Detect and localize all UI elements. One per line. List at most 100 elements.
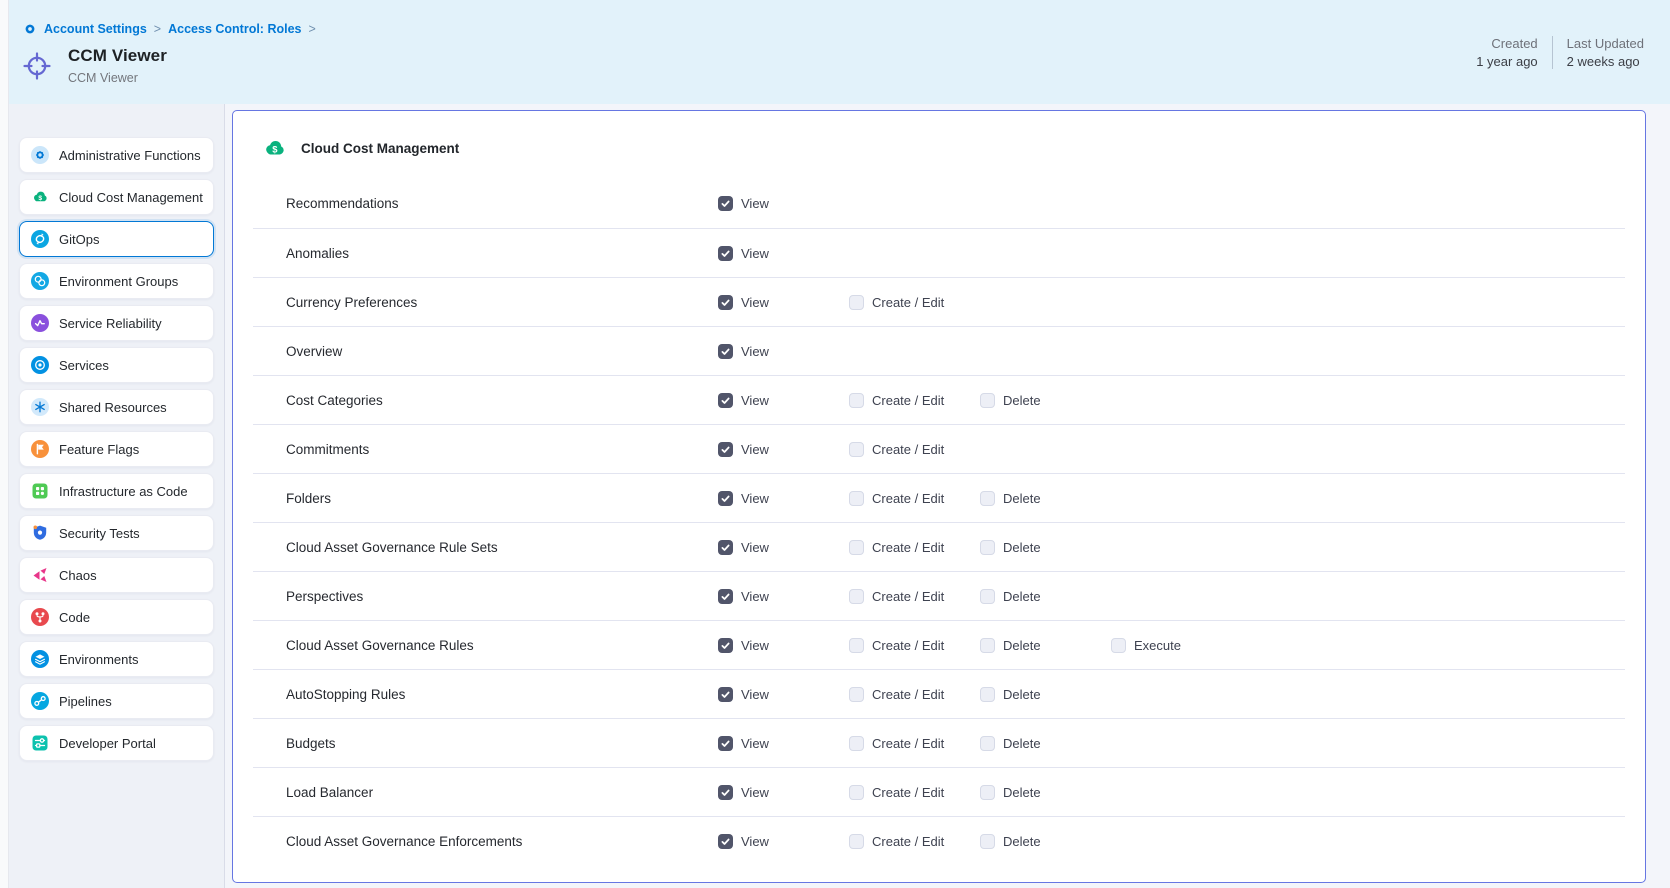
role-title-block: CCM Viewer CCM Viewer [21,46,167,85]
checkbox-unchecked[interactable] [849,491,864,506]
checkbox-checked-icon[interactable] [718,246,733,261]
checkbox-checked-icon[interactable] [718,344,733,359]
permission-view-toggle[interactable]: View [718,540,769,555]
sidebar-item-feature-flags[interactable]: Feature Flags [19,431,214,467]
perm-col-view: View [718,540,849,555]
checkbox-unchecked[interactable] [980,540,995,555]
permission-delete-toggle[interactable]: Delete [980,736,1041,751]
perm-col-create-edit: Create / Edit [849,834,980,849]
sidebar-list: Administrative Functions $ Cloud Cost Ma… [9,104,224,771]
permission-create-edit-toggle[interactable]: Create / Edit [849,638,944,653]
checkbox-unchecked[interactable] [849,393,864,408]
checkbox-checked-icon[interactable] [718,295,733,310]
permission-delete-toggle[interactable]: Delete [980,785,1041,800]
permission-create-edit-toggle[interactable]: Create / Edit [849,785,944,800]
permission-create-edit-toggle[interactable]: Create / Edit [849,589,944,604]
sidebar-item-label: Shared Resources [59,400,167,415]
checkbox-checked-icon[interactable] [718,687,733,702]
sidebar-item-label: Code [59,610,90,625]
breadcrumb-link-access-control-roles[interactable]: Access Control: Roles [168,22,301,36]
sidebar-item-code[interactable]: Code [19,599,214,635]
permission-view-toggle[interactable]: View [718,196,769,211]
permission-delete-toggle[interactable]: Delete [980,540,1041,555]
sidebar-item-infrastructure-as-code[interactable]: Infrastructure as Code [19,473,214,509]
checkbox-unchecked[interactable] [849,295,864,310]
checkbox-unchecked[interactable] [1111,638,1126,653]
permission-create-edit-toggle[interactable]: Create / Edit [849,442,944,457]
permission-label: Delete [1003,785,1041,800]
permission-view-toggle[interactable]: View [718,344,769,359]
checkbox-checked-icon[interactable] [718,638,733,653]
permission-view-toggle[interactable]: View [718,442,769,457]
checkbox-unchecked[interactable] [980,393,995,408]
sidebar-item-shared-resources[interactable]: Shared Resources [19,389,214,425]
sidebar-item-service-reliability[interactable]: Service Reliability [19,305,214,341]
permission-create-edit-toggle[interactable]: Create / Edit [849,834,944,849]
permission-label: View [741,344,769,359]
sidebar-item-environments[interactable]: Environments [19,641,214,677]
perm-col-execute: Execute [1111,638,1242,653]
checkbox-checked-icon[interactable] [718,442,733,457]
permission-view-toggle[interactable]: View [718,393,769,408]
permission-view-toggle[interactable]: View [718,785,769,800]
checkbox-unchecked[interactable] [849,638,864,653]
breadcrumb-link-account-settings[interactable]: Account Settings [44,22,147,36]
sidebar-item-developer-portal[interactable]: Developer Portal [19,725,214,761]
checkbox-unchecked[interactable] [980,834,995,849]
sidebar-item-environment-groups[interactable]: Environment Groups [19,263,214,299]
permission-delete-toggle[interactable]: Delete [980,687,1041,702]
permission-create-edit-toggle[interactable]: Create / Edit [849,540,944,555]
checkbox-unchecked[interactable] [980,736,995,751]
permission-delete-toggle[interactable]: Delete [980,589,1041,604]
permission-execute-toggle[interactable]: Execute [1111,638,1181,653]
permission-delete-toggle[interactable]: Delete [980,393,1041,408]
sidebar-item-security-tests[interactable]: Security Tests [19,515,214,551]
checkbox-unchecked[interactable] [980,687,995,702]
permission-view-toggle[interactable]: View [718,687,769,702]
role-meta: Created 1 year ago Last Updated 2 weeks … [1476,36,1644,69]
checkbox-checked-icon[interactable] [718,834,733,849]
permission-create-edit-toggle[interactable]: Create / Edit [849,393,944,408]
checkbox-checked-icon[interactable] [718,196,733,211]
permission-create-edit-toggle[interactable]: Create / Edit [849,687,944,702]
permission-delete-toggle[interactable]: Delete [980,638,1041,653]
permission-create-edit-toggle[interactable]: Create / Edit [849,736,944,751]
checkbox-unchecked[interactable] [849,687,864,702]
checkbox-unchecked[interactable] [980,491,995,506]
sidebar-item-gitops[interactable]: GitOps [19,221,214,257]
checkbox-checked-icon[interactable] [718,589,733,604]
permission-view-toggle[interactable]: View [718,834,769,849]
checkbox-checked-icon[interactable] [718,736,733,751]
checkbox-unchecked[interactable] [980,589,995,604]
permission-delete-toggle[interactable]: Delete [980,834,1041,849]
permission-create-edit-toggle[interactable]: Create / Edit [849,491,944,506]
permission-view-toggle[interactable]: View [718,638,769,653]
permission-view-toggle[interactable]: View [718,736,769,751]
checkbox-checked-icon[interactable] [718,491,733,506]
permission-label: View [741,393,769,408]
permission-view-toggle[interactable]: View [718,589,769,604]
checkbox-checked-icon[interactable] [718,393,733,408]
checkbox-unchecked[interactable] [980,785,995,800]
checkbox-unchecked[interactable] [849,540,864,555]
checkbox-unchecked[interactable] [849,834,864,849]
perm-col-delete: Delete [980,491,1111,506]
checkbox-unchecked[interactable] [980,638,995,653]
checkbox-unchecked[interactable] [849,785,864,800]
permission-create-edit-toggle[interactable]: Create / Edit [849,295,944,310]
sidebar-item-pipelines[interactable]: Pipelines [19,683,214,719]
checkbox-unchecked[interactable] [849,736,864,751]
sidebar-item-cloud-cost-management[interactable]: $ Cloud Cost Management [19,179,214,215]
checkbox-checked-icon[interactable] [718,540,733,555]
permission-delete-toggle[interactable]: Delete [980,491,1041,506]
sidebar-item-chaos[interactable]: Chaos [19,557,214,593]
permission-view-toggle[interactable]: View [718,295,769,310]
checkbox-checked-icon[interactable] [718,785,733,800]
checkbox-unchecked[interactable] [849,442,864,457]
permission-view-toggle[interactable]: View [718,491,769,506]
sidebar-item-services[interactable]: Services [19,347,214,383]
permission-view-toggle[interactable]: View [718,246,769,261]
checkbox-unchecked[interactable] [849,589,864,604]
permission-row: Cloud Asset Governance Enforcements View… [253,816,1625,865]
sidebar-item-administrative-functions[interactable]: Administrative Functions [19,137,214,173]
